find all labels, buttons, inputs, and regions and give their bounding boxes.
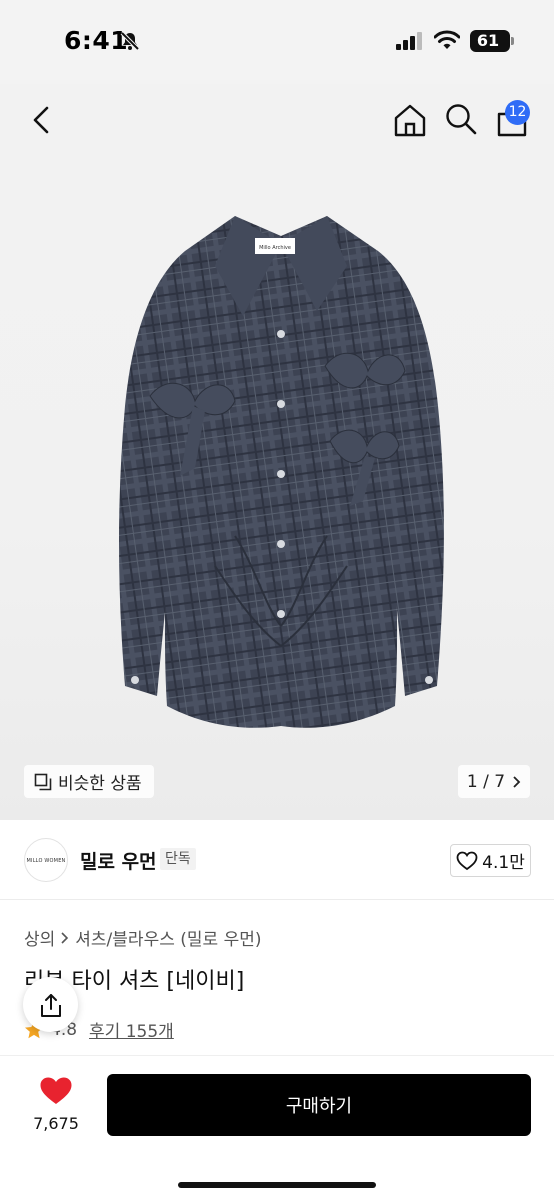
brand-like-count: 4.1만 — [482, 853, 525, 873]
signal-icon — [396, 32, 422, 50]
shirt-label: Millo Archive — [259, 245, 291, 251]
breadcrumb-item[interactable]: 셔츠/블라우스 (밀로 우먼) — [75, 925, 261, 950]
chevron-right-icon — [61, 931, 69, 944]
shirt-image: Millo Archive — [119, 216, 444, 728]
battery-icon: 61 — [470, 30, 510, 52]
copy-icon — [34, 773, 52, 790]
heart-outline-icon — [456, 851, 478, 870]
image-counter[interactable]: 1 / 7 — [458, 765, 530, 798]
heart-filled-icon — [40, 1077, 72, 1104]
share-icon — [40, 993, 61, 1017]
brand-name[interactable]: 밀로 우먼 — [80, 847, 157, 874]
search-icon[interactable] — [444, 102, 478, 136]
bottom-bar: 7,675 구매하기 — [0, 1055, 554, 1200]
exclusive-badge: 단독 — [160, 848, 196, 870]
back-chevron-icon[interactable] — [26, 104, 58, 136]
home-icon[interactable] — [392, 102, 428, 138]
wifi-icon — [434, 30, 460, 49]
chevron-right-icon — [513, 775, 521, 788]
cart-badge: 12 — [505, 100, 530, 125]
breadcrumb-item[interactable]: 상의 — [24, 925, 55, 950]
breadcrumb: 상의 셔츠/블라우스 (밀로 우먼) — [24, 925, 261, 950]
product-image[interactable]: Millo Archive — [0, 84, 554, 820]
top-nav — [0, 84, 554, 160]
status-bar: 6:41 61 — [0, 0, 554, 84]
bell-slash-icon — [120, 31, 140, 51]
reviews-link[interactable]: 후기 155개 — [89, 1017, 174, 1042]
similar-products-button[interactable]: 비슷한 상품 — [24, 765, 154, 798]
home-indicator — [178, 1182, 376, 1188]
brand-row: MILLO WOMEN 밀로 우먼 단독 4.1만 — [0, 820, 554, 900]
share-button[interactable] — [23, 977, 78, 1032]
similar-products-label: 비슷한 상품 — [58, 774, 142, 794]
wishlist-count: 7,675 — [33, 1114, 79, 1133]
battery-level: 61 — [476, 31, 500, 50]
brand-like-button[interactable]: 4.1만 — [450, 844, 531, 877]
brand-logo[interactable]: MILLO WOMEN — [24, 838, 68, 882]
battery-cap — [511, 37, 514, 45]
image-counter-text: 1 / 7 — [466, 771, 506, 792]
buy-button[interactable]: 구매하기 — [107, 1074, 531, 1136]
wishlist-button[interactable]: 7,675 — [24, 1076, 88, 1133]
